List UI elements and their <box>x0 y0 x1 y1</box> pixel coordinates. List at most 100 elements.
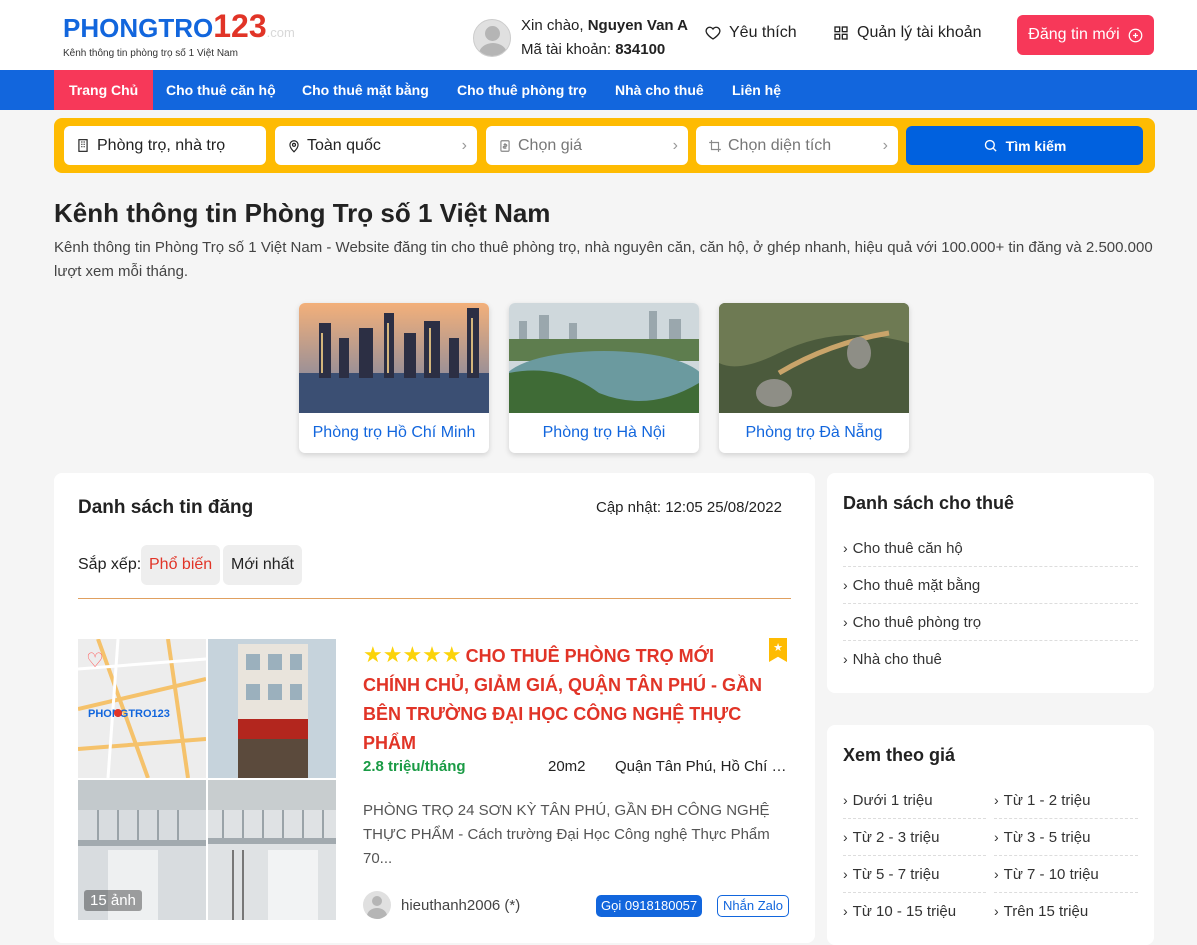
chevron-right-icon: › <box>843 540 848 556</box>
post-author[interactable]: hieuthanh2006 (*) <box>363 891 520 919</box>
chevron-right-icon: › <box>843 866 848 882</box>
account-label: Mã tài khoản: <box>521 41 616 58</box>
account-id: 834100 <box>615 41 666 58</box>
price-range-item[interactable]: › Từ 3 - 5 triệu <box>994 819 1138 856</box>
search-button-label: Tìm kiếm <box>1005 137 1067 154</box>
nav-item-houses[interactable]: Nhà cho thuê <box>600 70 719 110</box>
chevron-right-icon: › <box>994 903 999 919</box>
price-range-label: Từ 3 - 5 triệu <box>1003 829 1091 846</box>
author-avatar <box>363 891 391 919</box>
city-card-hanoi[interactable]: Phòng trọ Hà Nội <box>509 303 699 453</box>
zalo-button[interactable]: Nhắn Zalo <box>717 895 789 917</box>
chevron-right-icon: › <box>843 577 848 593</box>
post-title-block[interactable]: ★★★★★ CHO THUÊ PHÒNG TRỌ MỚI CHÍNH CHỦ, G… <box>363 640 763 758</box>
user-block: Xin chào, Nguyen Van A Mã tài khoản: 834… <box>473 14 688 62</box>
price-filter-title: Xem theo giá <box>843 745 956 765</box>
rent-category-item[interactable]: › Nhà cho thuê <box>843 641 1138 678</box>
nav-item-home[interactable]: Trang Chủ <box>54 70 154 110</box>
post-gallery[interactable]: PHONGTRO123 <box>78 639 336 920</box>
manage-account-link[interactable]: Quản lý tài khoản <box>833 24 982 42</box>
search-price-placeholder: Chọn giá <box>518 136 583 154</box>
city-card-hcm[interactable]: Phòng trọ Hồ Chí Minh <box>299 303 489 453</box>
nav-item-premises[interactable]: Cho thuê mặt bằng <box>287 70 444 110</box>
post-description: PHÒNG TRỌ 24 SƠN KỲ TÂN PHÚ, GẦN ĐH CÔNG… <box>363 802 770 867</box>
price-range-label: Từ 1 - 2 triệu <box>1003 792 1091 809</box>
search-price-select[interactable]: Chọn giá › <box>486 126 688 165</box>
price-range-item[interactable]: › Từ 7 - 10 triệu <box>994 856 1138 893</box>
rent-category-item[interactable]: › Cho thuê phòng trọ <box>843 604 1138 641</box>
search-type-value: Phòng trọ, nhà trọ <box>97 136 226 154</box>
price-tag-icon <box>500 139 510 152</box>
post-new-label: Đăng tin mới <box>1028 26 1120 43</box>
favorites-link[interactable]: Yêu thích <box>705 24 797 42</box>
search-area-select[interactable]: Chọn diện tích › <box>696 126 898 165</box>
author-name: hieuthanh2006 (*) <box>401 896 521 914</box>
city-image <box>719 303 909 413</box>
chevron-right-icon: › <box>843 651 848 667</box>
listing-title: Danh sách tin đăng <box>78 497 254 518</box>
manage-account-label: Quản lý tài khoản <box>857 24 982 41</box>
chevron-right-icon: › <box>461 136 467 154</box>
location-pin-icon <box>289 139 299 153</box>
crop-icon <box>709 139 721 152</box>
search-location-select[interactable]: Toàn quốc › <box>275 126 477 165</box>
chevron-right-icon: › <box>843 903 848 919</box>
rent-category-title: Danh sách cho thuê <box>843 493 1015 513</box>
logo-domain: .com <box>266 25 295 40</box>
price-range-label: Từ 5 - 7 triệu <box>852 866 940 883</box>
city-name: Phòng trọ Hồ Chí Minh <box>312 424 476 441</box>
chevron-right-icon: › <box>994 829 999 845</box>
rent-category-label: Cho thuê mặt bằng <box>852 577 981 594</box>
price-range-item[interactable]: › Từ 10 - 15 triệu <box>843 893 986 930</box>
search-type-select[interactable]: Phòng trọ, nhà trọ <box>64 126 266 165</box>
header: PHONGTRO123.com Kênh thông tin phòng trọ… <box>0 0 1197 70</box>
price-range-item[interactable]: › Từ 5 - 7 triệu <box>843 856 986 893</box>
city-name: Phòng trọ Đà Nẵng <box>745 424 883 441</box>
page-intro: Kênh thông tin Phòng Trọ số 1 Việt Nam -… <box>54 239 1153 280</box>
search-area-placeholder: Chọn diện tích <box>728 136 832 154</box>
favorites-label: Yêu thích <box>729 24 797 41</box>
logo-text: PHONGTRO <box>63 13 214 43</box>
sort-newest-button[interactable]: Mới nhất <box>223 545 302 585</box>
search-button[interactable]: Tìm kiếm <box>906 126 1143 165</box>
logo-tagline: Kênh thông tin phòng trọ số 1 Việt Nam <box>63 48 238 59</box>
rent-category-label: Cho thuê căn hộ <box>852 540 963 557</box>
rent-category-item[interactable]: › Cho thuê căn hộ <box>843 530 1138 567</box>
greeting: Xin chào, <box>521 17 588 34</box>
chevron-right-icon: › <box>843 792 848 808</box>
plus-circle-icon <box>1128 28 1143 42</box>
city-name: Phòng trọ Hà Nội <box>542 424 666 441</box>
main-nav: Trang Chủ Cho thuê căn hộ Cho thuê mặt b… <box>0 70 1197 110</box>
sort-label: Sắp xếp: <box>78 556 142 573</box>
price-range-item[interactable]: › Từ 2 - 3 triệu <box>843 819 986 856</box>
rent-category-label: Nhà cho thuê <box>852 651 942 668</box>
city-image <box>509 303 699 413</box>
nav-item-apartments[interactable]: Cho thuê căn hộ <box>151 70 291 110</box>
chevron-right-icon: › <box>882 136 888 154</box>
post-area: 20m2 <box>548 758 586 775</box>
city-card-danang[interactable]: Phòng trọ Đà Nẵng <box>719 303 909 453</box>
post-location: Quận Tân Phú, Hồ Chí Minh <box>615 758 790 775</box>
page-title: Kênh thông tin Phòng Trọ số 1 Việt Nam <box>54 198 551 228</box>
favorite-heart-icon[interactable]: ♡ <box>86 648 104 673</box>
updated-time: Cập nhật: 12:05 25/08/2022 <box>596 499 782 516</box>
post-new-button[interactable]: Đăng tin mới <box>1017 15 1154 55</box>
chevron-right-icon: › <box>994 866 999 882</box>
chevron-right-icon: › <box>672 136 678 154</box>
site-logo[interactable]: PHONGTRO123.com Kênh thông tin phòng trọ… <box>63 10 295 59</box>
nav-item-contact[interactable]: Liên hệ <box>717 70 796 110</box>
price-range-label: Dưới 1 triệu <box>852 792 933 809</box>
price-range-item[interactable]: › Từ 1 - 2 triệu <box>994 782 1138 819</box>
price-range-item[interactable]: › Trên 15 triệu <box>994 893 1138 930</box>
nav-item-rooms[interactable]: Cho thuê phòng trọ <box>442 70 602 110</box>
avatar <box>473 19 511 57</box>
price-range-label: Từ 10 - 15 triệu <box>852 903 957 920</box>
call-button[interactable]: Gọi 0918180057 <box>596 895 703 917</box>
price-range-label: Từ 2 - 3 triệu <box>852 829 940 846</box>
price-range-item[interactable]: › Dưới 1 triệu <box>843 782 986 819</box>
sort-popular-button[interactable]: Phổ biến <box>141 545 221 585</box>
search-icon <box>984 139 997 152</box>
heart-icon <box>705 26 721 40</box>
rent-category-item[interactable]: › Cho thuê mặt bằng <box>843 567 1138 604</box>
grid-icon <box>834 26 848 40</box>
